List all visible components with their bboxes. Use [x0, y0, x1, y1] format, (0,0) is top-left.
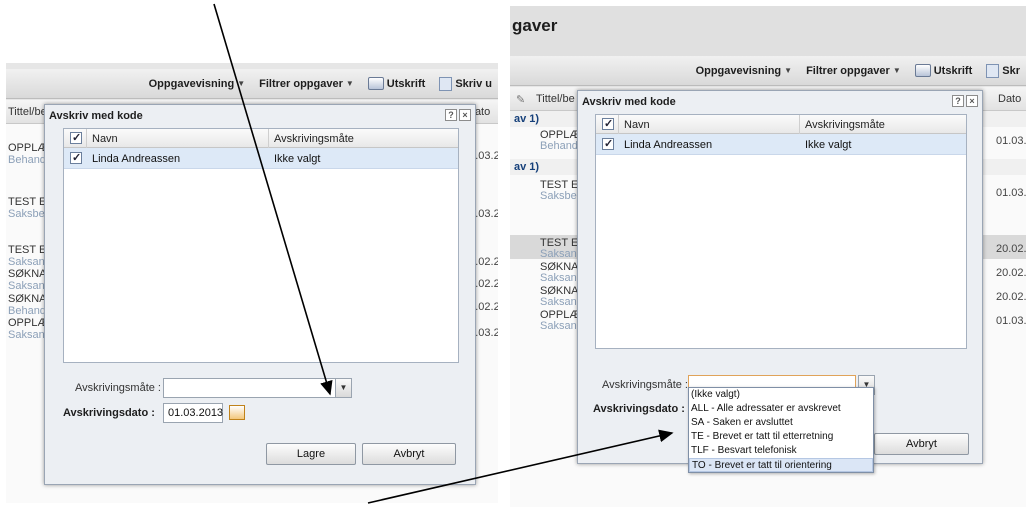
printer-icon	[914, 64, 931, 77]
dropdown-option[interactable]: TE - Brevet er tatt til etterretning	[689, 430, 873, 444]
filter-menu[interactable]: Filtrer oppgaver ▼	[259, 78, 354, 90]
print-button[interactable]: Utskrift	[367, 77, 425, 90]
calendar-icon[interactable]	[229, 405, 245, 420]
title-column-header[interactable]: Tittel/be	[8, 106, 47, 118]
close-icon[interactable]: ×	[459, 109, 471, 121]
recipient-table: Navn Avskrivingsmåte Linda Andreassen Ik…	[595, 114, 967, 349]
table-row[interactable]: Linda Andreassen Ikke valgt	[596, 134, 966, 155]
write-button[interactable]: Skr	[986, 63, 1020, 78]
right-screenshot: gaver Oppgavevisning ▼ Filtrer oppgaver ▼ …	[510, 6, 1026, 507]
help-icon[interactable]: ?	[445, 109, 457, 121]
view-menu[interactable]: Oppgavevisning ▼	[149, 78, 246, 90]
print-button[interactable]: Utskrift	[914, 64, 972, 77]
close-icon[interactable]: ×	[966, 95, 978, 107]
date-column-header[interactable]: Dato	[998, 93, 1021, 105]
view-menu[interactable]: Oppgavevisning ▼	[696, 65, 793, 77]
date-field[interactable]: 01.03.2013	[163, 403, 223, 423]
dropdown-option[interactable]: (Ikke valgt)	[689, 388, 873, 402]
method-dropdown-list: (Ikke valgt) ALL - Alle adressater er av…	[688, 387, 874, 473]
table-header: Navn Avskrivingsmåte	[596, 115, 966, 134]
cancel-button[interactable]: Avbryt	[874, 433, 969, 455]
app-title: gaver	[510, 6, 1026, 56]
caret-down-icon: ▼	[892, 66, 901, 75]
dropdown-option[interactable]: TO - Brevet er tatt til orientering	[689, 458, 873, 472]
document-icon	[986, 63, 1000, 78]
row-checkbox[interactable]	[602, 137, 614, 150]
date-label: Avskrivingsdato :	[593, 403, 685, 415]
cancel-button[interactable]: Avbryt	[362, 443, 456, 465]
select-all-checkbox[interactable]	[602, 117, 614, 130]
help-icon[interactable]: ?	[952, 95, 964, 107]
save-button[interactable]: Lagre	[266, 443, 356, 465]
caret-down-icon: ▼	[237, 79, 246, 88]
filter-menu[interactable]: Filtrer oppgaver ▼	[806, 65, 901, 77]
writeoff-dialog: Avskriv med kode ? × Navn Avskrivingsmåt…	[44, 104, 476, 485]
select-all-checkbox[interactable]	[70, 131, 82, 144]
method-combo[interactable]: ▼	[163, 378, 352, 398]
dropdown-option[interactable]: SA - Saken er avsluttet	[689, 416, 873, 430]
name-column-header[interactable]: Navn	[92, 133, 118, 145]
dialog-title: Avskriv med kode ? ×	[578, 91, 982, 113]
name-column-header[interactable]: Navn	[624, 119, 650, 131]
left-toolbar: Oppgavevisning ▼ Filtrer oppgaver ▼ Utskri…	[6, 69, 498, 99]
dropdown-option[interactable]: ALL - Alle adressater er avskrevet	[689, 402, 873, 416]
document-icon	[439, 76, 453, 91]
chevron-down-icon[interactable]: ▼	[335, 378, 352, 398]
right-toolbar: Oppgavevisning ▼ Filtrer oppgaver ▼ Utskri…	[510, 56, 1026, 86]
caret-down-icon: ▼	[784, 66, 793, 75]
table-row[interactable]: Linda Andreassen Ikke valgt	[64, 148, 458, 169]
date-label: Avskrivingsdato :	[63, 407, 155, 419]
left-screenshot: Oppgavevisning ▼ Filtrer oppgaver ▼ Utskri…	[6, 63, 498, 503]
method-column-header[interactable]: Avskrivingsmåte	[805, 119, 885, 131]
dialog-title: Avskriv med kode ? ×	[45, 105, 475, 127]
caret-down-icon: ▼	[345, 79, 354, 88]
table-header: Navn Avskrivingsmåte	[64, 129, 458, 148]
method-column-header[interactable]: Avskrivingsmåte	[274, 133, 354, 145]
method-label: Avskrivingsmåte :	[75, 382, 161, 394]
attachment-icon: ✎	[516, 94, 526, 106]
dropdown-option[interactable]: TLF - Besvart telefonisk	[689, 444, 873, 458]
title-column-header[interactable]: Tittel/be	[536, 93, 575, 105]
method-label: Avskrivingsmåte :	[602, 379, 688, 391]
write-button[interactable]: Skriv u	[439, 76, 492, 91]
row-checkbox[interactable]	[70, 151, 82, 164]
printer-icon	[367, 77, 384, 90]
recipient-table: Navn Avskrivingsmåte Linda Andreassen Ik…	[63, 128, 459, 363]
